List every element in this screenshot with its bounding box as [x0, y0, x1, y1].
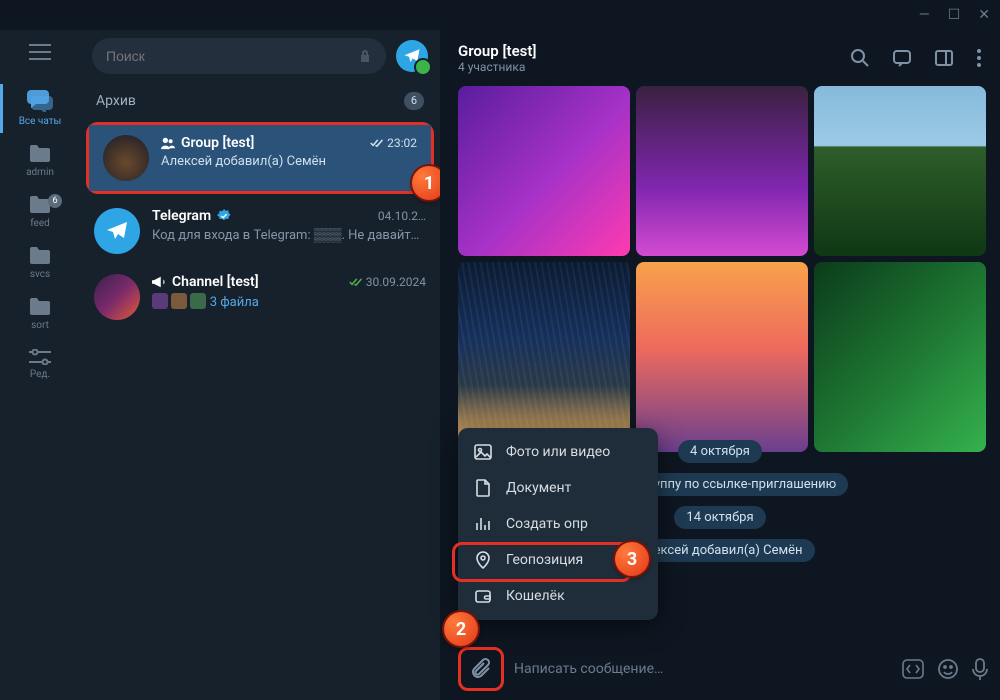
lock-icon [358, 49, 372, 63]
paperclip-icon [469, 657, 493, 681]
read-checks-icon [349, 277, 363, 287]
window-minimize[interactable]: — [919, 7, 930, 23]
folder-icon [29, 298, 51, 316]
search-icon[interactable] [850, 48, 870, 68]
search-field[interactable] [92, 38, 386, 74]
conversation-header[interactable]: Group [test] 4 участника [440, 30, 1000, 86]
conversation-subtitle: 4 участника [458, 60, 537, 74]
rail-label: Ред. [30, 369, 50, 380]
media-tile[interactable] [458, 262, 630, 452]
menu-label: Документ [506, 480, 571, 496]
rail-edit[interactable]: Ред. [0, 343, 80, 386]
voice-icon[interactable] [970, 657, 990, 681]
search-input[interactable] [106, 48, 350, 64]
rail-label: svcs [30, 269, 50, 280]
archive-row[interactable]: Архив 6 [80, 82, 440, 120]
attach-wallet[interactable]: Кошелёк [458, 578, 658, 614]
message-input[interactable]: Написать сообщение… [514, 661, 890, 677]
chat-item-group-test[interactable]: Group [test] 23:02 Алексей добавил(а) Се… [89, 125, 431, 191]
comments-icon[interactable] [892, 48, 912, 68]
channel-icon [152, 275, 166, 289]
document-icon [474, 479, 492, 497]
rail-label: Все чаты [19, 116, 62, 127]
chat-item-telegram[interactable]: Telegram 04.10.2… Код для входа в Telegr… [80, 198, 440, 264]
rail-label: sort [31, 320, 49, 331]
menu-label: Кошелёк [506, 588, 565, 604]
chat-preview: Алексей добавил(а) Семён [161, 154, 417, 169]
menu-label: Фото или видео [506, 444, 610, 460]
folder-rail: Все чаты admin 6 feed svcs sort Ред. [0, 30, 80, 700]
chat-preview: Код для входа в Telegram: ▒▒▒. Не давайт… [152, 227, 426, 243]
archive-label: Архив [96, 93, 136, 109]
folder-icon [29, 247, 51, 265]
rail-all-chats[interactable]: Все чаты [0, 84, 80, 133]
rail-feed[interactable]: 6 feed [0, 190, 80, 235]
window-close[interactable]: ✕ [978, 7, 990, 23]
rail-badge: 6 [48, 194, 62, 208]
date-chip: 14 октября [674, 506, 765, 529]
chat-time: 04.10.2… [378, 209, 426, 223]
folder-icon [29, 145, 51, 163]
rail-admin[interactable]: admin [0, 139, 80, 184]
wallet-icon [474, 587, 492, 605]
window-maximize[interactable]: ☐ [948, 7, 961, 23]
verified-icon [217, 209, 231, 223]
attach-photo-video[interactable]: Фото или видео [458, 434, 658, 470]
chats-icon [27, 90, 53, 112]
message-input-bar: Написать сообщение… [440, 638, 1000, 700]
avatar [103, 135, 149, 181]
chat-time: 23:02 [370, 136, 417, 150]
rail-label: admin [26, 167, 54, 178]
rail-label: feed [30, 218, 50, 229]
emoji-icon[interactable] [936, 657, 960, 681]
conversation-title: Group [test] [458, 42, 537, 60]
attach-menu: Фото или видео Документ Создать опр Геоп… [458, 428, 658, 620]
annotation-step-3: 3 [615, 542, 649, 576]
window-titlebar: — ☐ ✕ [0, 0, 1000, 30]
avatar [94, 208, 140, 254]
image-icon [474, 443, 492, 461]
attach-document[interactable]: Документ [458, 470, 658, 506]
chat-list: Архив 6 Group [test] [80, 30, 440, 700]
media-tile[interactable] [814, 86, 986, 256]
chat-name: Channel [test] [152, 274, 259, 290]
date-chip: 4 октября [678, 440, 762, 463]
account-avatar[interactable] [396, 40, 428, 72]
rail-svcs[interactable]: svcs [0, 241, 80, 286]
menu-label: Создать опр [506, 516, 588, 532]
chat-time: 30.09.2024 [349, 275, 426, 289]
media-tile[interactable] [814, 262, 986, 452]
annotation-callout-2 [458, 647, 504, 691]
read-checks-icon [370, 138, 384, 148]
group-icon [161, 136, 175, 150]
rail-sort[interactable]: sort [0, 292, 80, 337]
avatar [94, 274, 140, 320]
chat-name: Group [test] [161, 135, 254, 151]
annotation-step-2: 2 [444, 612, 478, 646]
sliders-icon [29, 349, 51, 365]
attach-poll[interactable]: Создать опр [458, 506, 658, 542]
media-tile[interactable] [458, 86, 630, 256]
attach-button[interactable] [466, 654, 496, 684]
menu-button[interactable] [29, 44, 51, 60]
more-icon[interactable] [976, 48, 982, 68]
sidepanel-icon[interactable] [934, 48, 954, 68]
menu-label: Геопозиция [506, 552, 583, 568]
chat-item-channel-test[interactable]: Channel [test] 30.09.2024 3 файла [80, 264, 440, 330]
chat-preview: 3 файла [152, 293, 426, 310]
annotation-callout-1: Group [test] 23:02 Алексей добавил(а) Се… [86, 122, 434, 194]
poll-icon [474, 515, 492, 533]
archive-count: 6 [404, 92, 424, 110]
location-icon [474, 551, 492, 569]
media-tile[interactable] [636, 86, 808, 256]
commands-icon[interactable] [900, 656, 926, 682]
media-tile[interactable] [636, 262, 808, 452]
chat-name: Telegram [152, 208, 231, 224]
